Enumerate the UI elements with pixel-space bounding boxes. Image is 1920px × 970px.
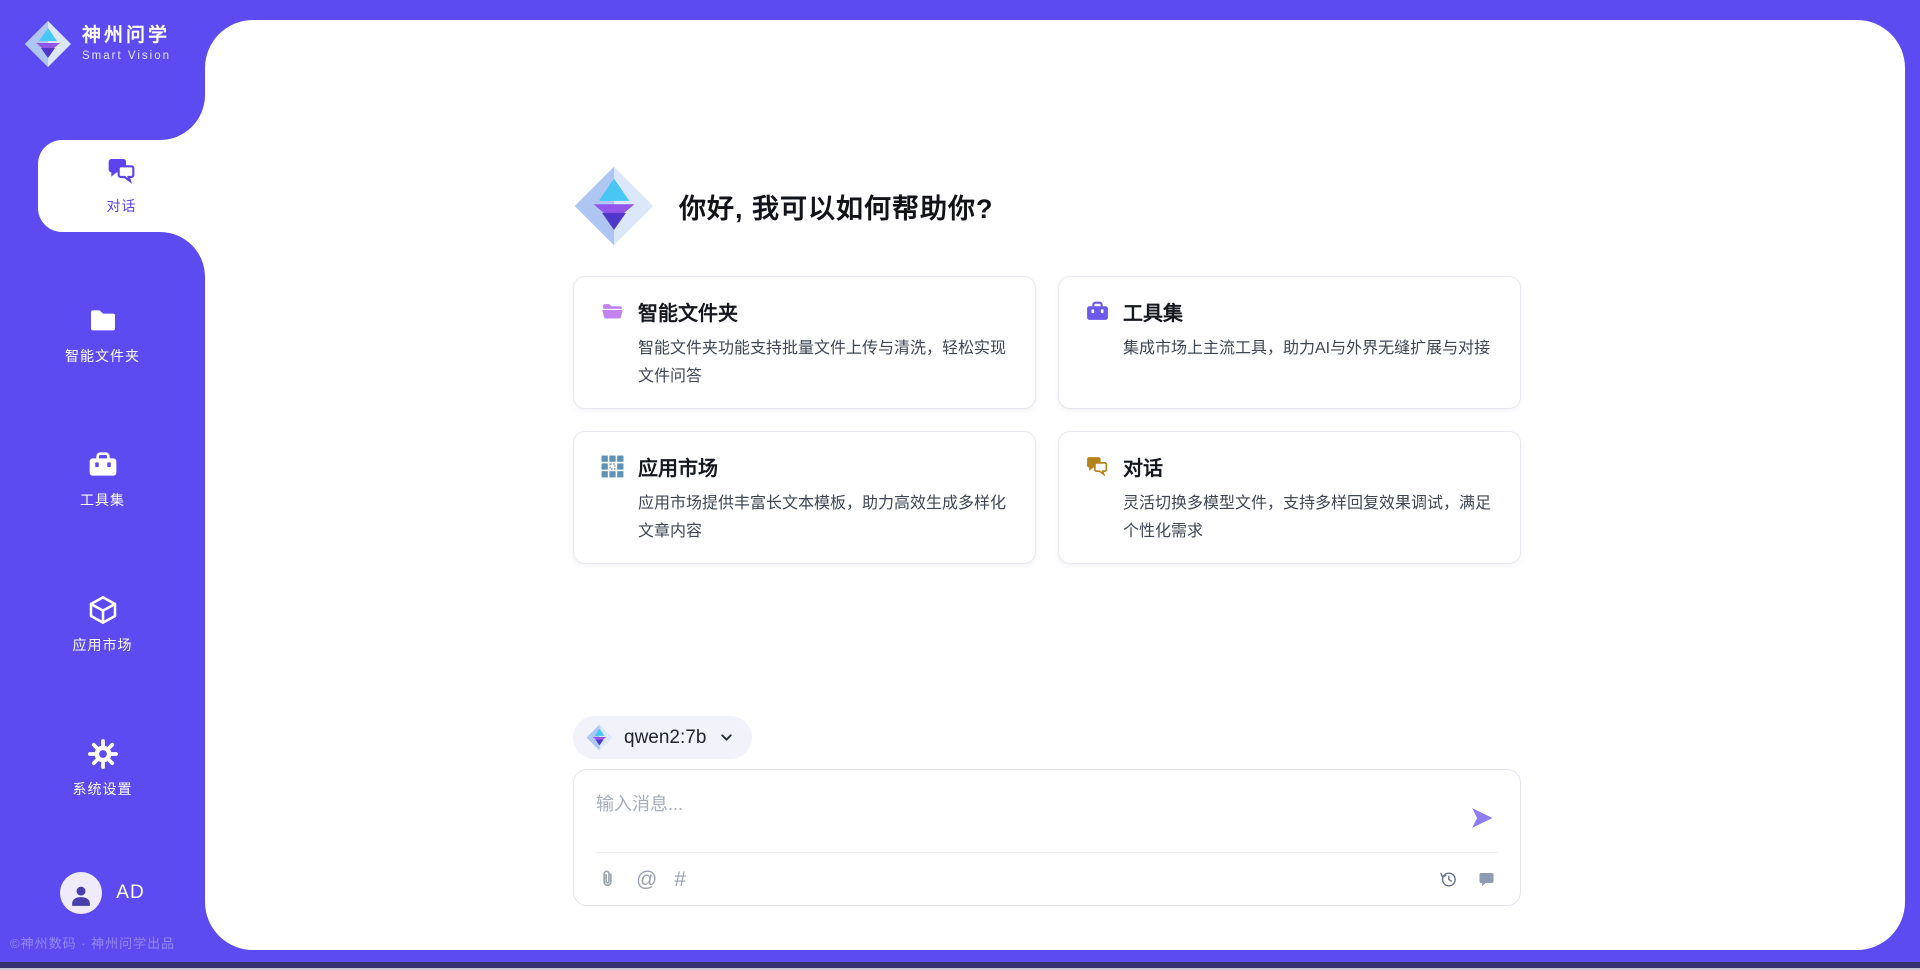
folder-icon (87, 305, 119, 337)
card-title: 对话 (1123, 452, 1163, 481)
sidebar-item-app-market[interactable]: 应用市场 (0, 579, 205, 671)
card-description: 应用市场提供丰富长文本模板，助力高效生成多样化文章内容 (638, 490, 1009, 545)
model-name: qwen2:7b (624, 727, 706, 749)
user-name: AD (116, 882, 144, 904)
greeting-title: 你好, 我可以如何帮助你? (679, 187, 994, 226)
card-description: 智能文件夹功能支持批量文件上传与清洗，轻松实现文件问答 (638, 335, 1009, 390)
at-sign-icon[interactable]: @ (636, 869, 657, 890)
history-icon[interactable] (1437, 868, 1460, 891)
card-toolset[interactable]: 工具集 集成市场上主流工具，助力AI与外界无缝扩展与对接 (1058, 276, 1521, 409)
card-description: 集成市场上主流工具，助力AI与外界无缝扩展与对接 (1123, 335, 1494, 363)
active-tab-curve-top (160, 95, 205, 140)
avatar[interactable] (60, 872, 102, 914)
active-tab-curve-bottom (160, 232, 205, 277)
sidebar-footer: ©神州数码 · 神州问学出品 (10, 933, 175, 952)
sidebar-item-chat[interactable]: 对话 (38, 140, 205, 232)
sidebar-item-settings[interactable]: 系统设置 (0, 723, 205, 815)
input-toolbar: @ # (596, 853, 1498, 895)
diamond-logo-icon (573, 165, 655, 247)
toolbox-icon (1085, 299, 1110, 324)
message-input[interactable] (596, 790, 1454, 846)
main-panel: 你好, 我可以如何帮助你? 智能文件夹 智能文件夹功能支持批量文件上传与清洗，轻… (205, 20, 1905, 950)
feature-cards: 智能文件夹 智能文件夹功能支持批量文件上传与清洗，轻松实现文件问答 工具集 集成… (573, 276, 1521, 564)
greeting: 你好, 我可以如何帮助你? (573, 165, 994, 247)
brand-subtitle: Smart Vision (82, 50, 171, 63)
diamond-logo-icon (24, 20, 72, 68)
message-input-box: @ # (573, 769, 1521, 906)
cube-icon (87, 594, 119, 626)
sidebar-item-label: 应用市场 (73, 635, 133, 655)
chat-icon (1085, 454, 1110, 479)
sidebar-item-label: 工具集 (80, 490, 125, 510)
sidebar-item-label: 智能文件夹 (65, 346, 140, 366)
chevron-down-icon (719, 730, 734, 745)
hash-icon[interactable]: # (674, 869, 686, 890)
paperclip-icon[interactable] (596, 868, 619, 891)
composer: qwen2:7b (573, 716, 1521, 906)
send-arrow-icon (1468, 804, 1496, 832)
send-button[interactable] (1468, 803, 1498, 833)
brand-name: 神州问学 (82, 25, 171, 47)
card-title: 应用市场 (638, 452, 718, 481)
card-chat[interactable]: 对话 灵活切换多模型文件，支持多样回复效果调试，满足个性化需求 (1058, 431, 1521, 564)
gear-icon (87, 738, 119, 770)
chat-icon (106, 155, 138, 187)
sidebar-item-label: 对话 (107, 196, 137, 216)
user-profile[interactable]: AD (0, 872, 205, 914)
chat-bubble-icon[interactable] (1475, 868, 1498, 891)
sidebar-item-smart-folder[interactable]: 智能文件夹 (0, 290, 205, 382)
toolbox-icon (87, 449, 119, 481)
model-selector[interactable]: qwen2:7b (573, 716, 752, 759)
card-description: 灵活切换多模型文件，支持多样回复效果调试，满足个性化需求 (1123, 490, 1494, 545)
person-icon (68, 882, 94, 908)
folder-open-icon (600, 299, 625, 324)
sidebar-item-label: 系统设置 (73, 779, 133, 799)
grid-icon (600, 454, 625, 479)
card-title: 智能文件夹 (638, 297, 738, 326)
card-smart-folder[interactable]: 智能文件夹 智能文件夹功能支持批量文件上传与清洗，轻松实现文件问答 (573, 276, 1036, 409)
card-title: 工具集 (1123, 297, 1183, 326)
diamond-logo-icon (586, 724, 613, 751)
brand-logo: 神州问学 Smart Vision (24, 20, 204, 68)
sidebar-item-toolset[interactable]: 工具集 (0, 434, 205, 526)
card-app-market[interactable]: 应用市场 应用市场提供丰富长文本模板，助力高效生成多样化文章内容 (573, 431, 1036, 564)
